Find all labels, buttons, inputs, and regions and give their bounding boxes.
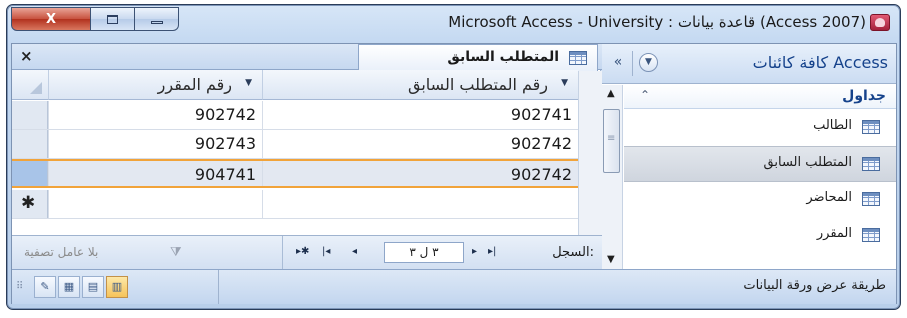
client-area: كافة كائنات Access ▼ « ▲ ▼ جداول ⌃ الطال…: [11, 43, 897, 304]
last-record-icon[interactable]: ▸|: [488, 246, 496, 257]
chevron-down-icon[interactable]: ▼: [639, 53, 658, 72]
table-cell[interactable]: 902742: [262, 161, 578, 186]
record-position-input[interactable]: ٣ ل ٣: [384, 242, 464, 263]
column-header[interactable]: رقم المتطلب السابق ▼: [262, 70, 578, 100]
restore-window-button[interactable]: [91, 7, 135, 31]
document-tab-label: المتطلب السابق: [447, 49, 559, 65]
table-row[interactable]: 902742 902741: [12, 101, 602, 130]
row-selector[interactable]: [12, 130, 48, 158]
restore-icon: [107, 14, 118, 24]
table-icon: [862, 192, 880, 206]
status-text: طريقة عرض ورقة البيانات: [743, 278, 886, 293]
table-cell[interactable]: 902741: [262, 101, 578, 129]
nav-item-table[interactable]: المقرر: [624, 218, 896, 254]
status-bar: ⠿ ✎ ▦ ▤ ▥ طريقة عرض ورقة البيانات: [12, 269, 896, 304]
row-selector[interactable]: [12, 101, 48, 129]
datasheet-document: × المتطلب السابق رقم المتطلب السابق ▼ رق…: [12, 44, 602, 270]
select-all-corner[interactable]: [12, 70, 48, 100]
column-header-label: رقم المقرر: [157, 75, 232, 94]
datasheet-scrollbar[interactable]: [578, 71, 602, 235]
nav-item-table[interactable]: المتطلب السابق: [624, 146, 896, 182]
record-label: السجل:: [552, 245, 594, 260]
chevron-down-icon[interactable]: ▼: [561, 78, 568, 88]
nav-pane-title[interactable]: كافة كائنات Access: [753, 53, 888, 72]
resize-grip-icon[interactable]: ⠿: [16, 276, 30, 298]
status-divider: [218, 270, 219, 304]
next-record-icon[interactable]: ▸: [472, 246, 477, 257]
scroll-down-icon[interactable]: ▼: [607, 254, 615, 265]
view-switcher: ⠿ ✎ ▦ ▤ ▥: [16, 276, 130, 298]
design-view-icon[interactable]: ✎: [34, 276, 56, 298]
chevron-up-icon[interactable]: ⌃: [640, 88, 650, 102]
nav-item-table[interactable]: المحاضر: [624, 182, 896, 218]
nav-pane-scrollbar[interactable]: ▲ ▼: [601, 85, 623, 269]
close-icon: X: [45, 11, 57, 27]
nav-pane-header[interactable]: كافة كائنات Access ▼ «: [601, 44, 896, 84]
table-cell[interactable]: 902742: [48, 101, 262, 129]
new-record-icon: ✱: [21, 193, 36, 213]
nav-item-label: المحاضر: [806, 190, 852, 205]
window-title: Microsoft Access - University : قاعدة بي…: [448, 13, 866, 31]
new-record-row[interactable]: ✱: [12, 190, 602, 219]
table-cell[interactable]: [48, 190, 262, 218]
minimize-icon: [150, 20, 163, 24]
table-row-current[interactable]: 904741 902742: [12, 159, 602, 188]
record-nav-divider: [282, 236, 283, 270]
collapse-pane-icon[interactable]: «: [607, 53, 629, 73]
table-cell[interactable]: [262, 190, 578, 218]
document-tab[interactable]: المتطلب السابق: [358, 44, 598, 71]
first-record-icon[interactable]: |◂: [322, 246, 330, 257]
row-selector[interactable]: [12, 161, 48, 186]
table-icon: [862, 120, 880, 134]
close-icon[interactable]: ×: [20, 47, 33, 65]
navigation-pane: كافة كائنات Access ▼ « ▲ ▼ جداول ⌃ الطال…: [600, 44, 896, 269]
minimize-window-button[interactable]: [135, 7, 179, 31]
close-window-button[interactable]: X: [11, 7, 91, 31]
table-icon: [862, 157, 880, 171]
nav-item-label: المتطلب السابق: [763, 155, 852, 170]
nav-group-label: جداول: [842, 88, 886, 104]
nav-group-tables[interactable]: جداول ⌃: [624, 85, 896, 109]
record-navigation-bar: السجل: ▸| ▸ ٣ ل ٣ ◂ |◂ ▸✱ ⧩ بلا عامل تصف…: [12, 235, 602, 270]
filter-icon[interactable]: ⧩: [170, 245, 182, 260]
nav-item-table[interactable]: الطالب: [624, 110, 896, 146]
column-header-label: رقم المتطلب السابق: [408, 75, 548, 94]
datasheet-view-icon[interactable]: ▥: [106, 276, 128, 298]
previous-record-icon[interactable]: ◂: [352, 246, 357, 257]
window-controls: X: [11, 7, 179, 31]
chevron-down-icon[interactable]: ▼: [245, 78, 252, 88]
row-selector[interactable]: ✱: [12, 190, 48, 218]
nav-header-divider: [632, 51, 633, 76]
table-cell[interactable]: 902743: [48, 130, 262, 158]
table-cell[interactable]: 904741: [48, 161, 262, 186]
pivot-chart-icon[interactable]: ▦: [58, 276, 80, 298]
pivot-table-icon[interactable]: ▤: [82, 276, 104, 298]
table-row[interactable]: 902743 902742: [12, 130, 602, 159]
nav-item-label: الطالب: [813, 118, 852, 133]
table-icon: [862, 228, 880, 242]
scroll-thumb[interactable]: [603, 109, 620, 173]
table-cell[interactable]: 902742: [262, 130, 578, 158]
nav-item-label: المقرر: [816, 226, 852, 241]
access-app-icon: [870, 14, 890, 31]
column-header[interactable]: رقم المقرر ▼: [48, 70, 262, 100]
scroll-up-icon[interactable]: ▲: [607, 88, 615, 99]
table-icon: [569, 51, 587, 65]
access-window: X Microsoft Access - University : قاعدة …: [6, 4, 901, 310]
new-record-nav-icon[interactable]: ▸✱: [296, 246, 309, 257]
document-tab-bar: × المتطلب السابق: [12, 44, 602, 71]
filter-status[interactable]: بلا عامل تصفية: [24, 245, 98, 259]
